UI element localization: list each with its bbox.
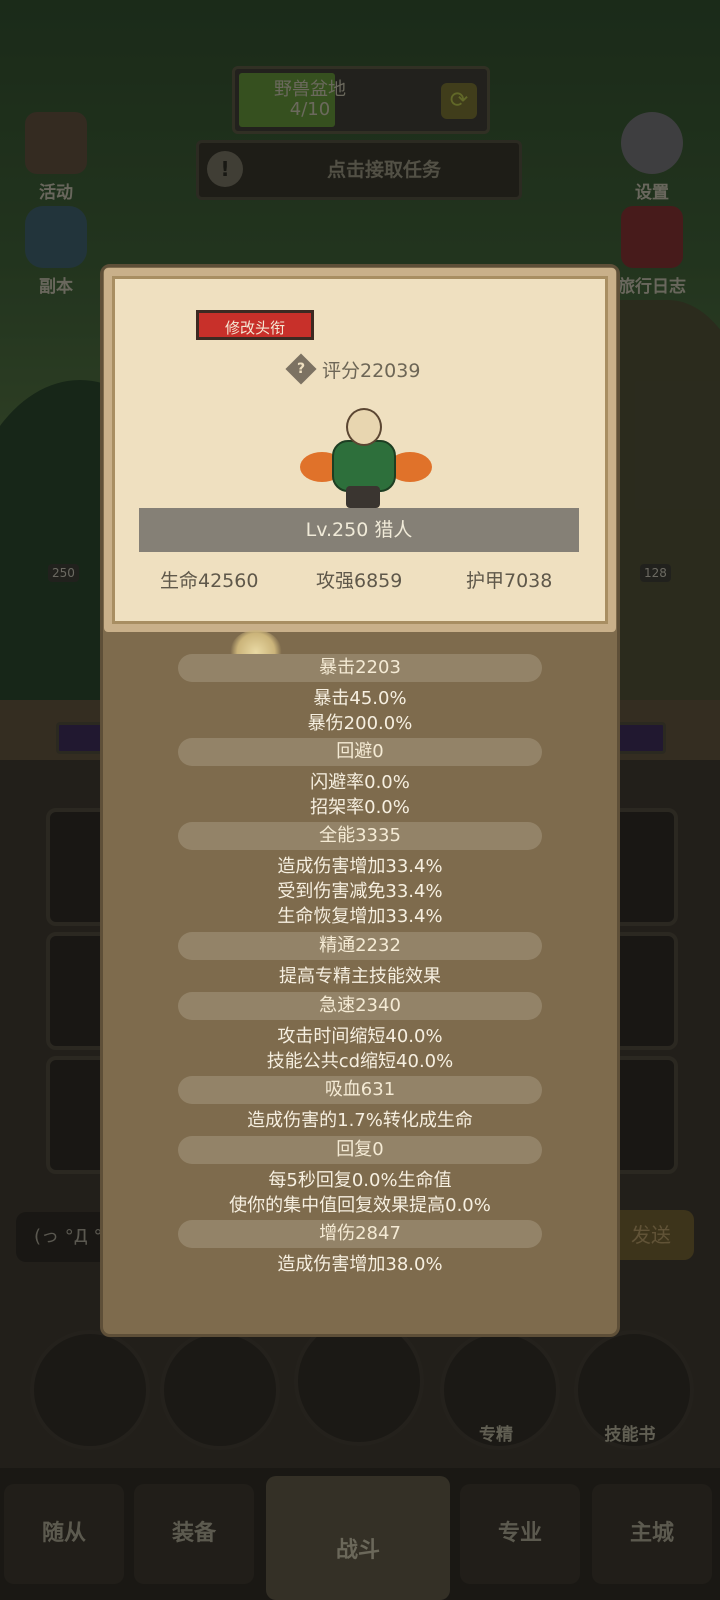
level-class-bar: Lv.250 猎人: [139, 508, 579, 552]
hero-legs: [346, 486, 380, 508]
stat-line: 提高专精主技能效果: [279, 966, 441, 987]
score-row: ? 评分22039: [285, 353, 421, 385]
stat-line: 暴伤200.0%: [307, 713, 413, 734]
hero-body: [332, 440, 396, 492]
hp-stat: 生命42560: [160, 570, 259, 592]
stat-line: 技能公共cd缩短40.0%: [266, 1051, 454, 1072]
attack-stat: 攻强6859: [316, 570, 403, 592]
stat-header-haste: 急速2340: [178, 992, 542, 1020]
stat-header-regen: 回复0: [178, 1136, 542, 1164]
stat-line: 攻击时间缩短40.0%: [277, 1026, 443, 1047]
character-avatar: [300, 402, 440, 512]
stat-line: 闪避率0.0%: [310, 772, 410, 793]
stat-line: 造成伤害的1.7%转化成生命: [247, 1110, 473, 1131]
stat-header-versatility: 全能3335: [178, 822, 542, 850]
change-title-button[interactable]: 修改头衔: [196, 310, 314, 340]
stat-header-lifesteal: 吸血631: [178, 1076, 542, 1104]
armor-stat: 护甲7038: [466, 570, 553, 592]
stat-line: 生命恢复增加33.4%: [277, 906, 443, 927]
stat-header-damage-bonus: 增伤2847: [178, 1220, 542, 1248]
stat-line: 造成伤害增加33.4%: [277, 856, 443, 877]
stat-line: 招架率0.0%: [310, 797, 410, 818]
score-text: 评分22039: [322, 359, 421, 382]
stat-line: 使你的集中值回复效果提高0.0%: [229, 1195, 491, 1216]
stat-line: 受到伤害减免33.4%: [277, 881, 443, 902]
help-icon[interactable]: ?: [285, 353, 317, 385]
stat-line: 造成伤害增加38.0%: [277, 1254, 443, 1275]
stat-header-avoidance: 回避0: [178, 738, 542, 766]
hero-head: [346, 408, 382, 446]
stat-header-mastery: 精通2232: [178, 932, 542, 960]
stat-line: 每5秒回复0.0%生命值: [268, 1170, 452, 1191]
stat-header-crit: 暴击2203: [178, 654, 542, 682]
stat-line: 暴击45.0%: [313, 688, 407, 709]
